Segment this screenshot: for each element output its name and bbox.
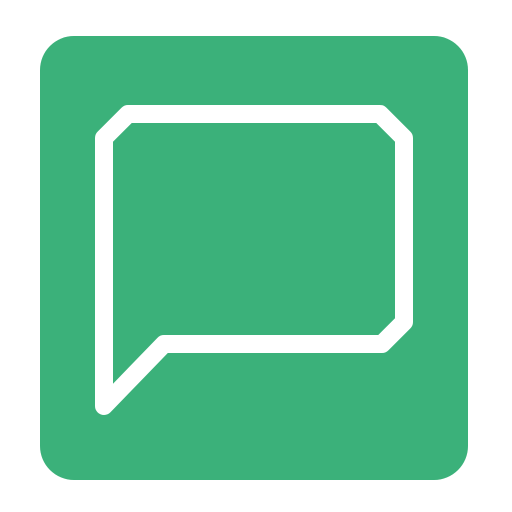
speech-bubble-outline (95, 105, 413, 415)
chat-bubble-icon (95, 105, 413, 415)
app-icon-canvas (0, 0, 512, 512)
